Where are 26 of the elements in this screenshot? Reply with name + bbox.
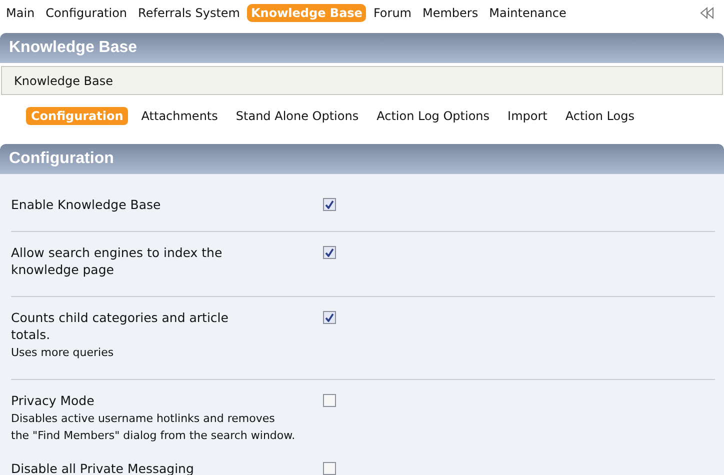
sub-tab[interactable]: Attachments <box>136 107 223 125</box>
checkbox[interactable] <box>323 462 336 475</box>
section-title: Configuration <box>9 150 114 168</box>
nav-tab[interactable]: Main <box>2 4 39 22</box>
checkbox[interactable] <box>323 311 336 324</box>
setting-label: Enable Knowledge Base <box>11 196 162 213</box>
setting-description: Disables active username hotlinks and removes the "Find Members" dialog from the search window. <box>11 411 296 444</box>
sub-tab[interactable]: Stand Alone Options <box>230 107 364 125</box>
nav-tab[interactable]: Configuration <box>42 4 132 22</box>
setting-label: Allow search engines to index the knowledge page <box>11 244 224 278</box>
checkbox[interactable] <box>323 198 336 211</box>
collapse-icon[interactable] <box>700 7 714 19</box>
checkbox[interactable] <box>323 246 336 259</box>
breadcrumb-text: Knowledge Base <box>14 74 113 88</box>
sub-tab[interactable]: Import <box>502 107 552 125</box>
setting-description: Uses more queries <box>11 345 115 361</box>
sub-tab[interactable]: Action Log Options <box>372 107 495 125</box>
nav-tab[interactable]: Referrals System <box>134 4 244 22</box>
checkbox[interactable] <box>323 394 336 407</box>
page-title: Knowledge Base <box>9 39 138 57</box>
nav-tab[interactable]: Members <box>418 4 482 22</box>
setting-label: Privacy Mode <box>11 392 96 409</box>
sub-tab[interactable]: Action Logs <box>560 107 640 125</box>
setting-label: Counts child categories and article totals. <box>11 309 230 343</box>
nav-tab[interactable]: Maintenance <box>485 4 570 22</box>
nav-tab[interactable]: Forum <box>369 4 416 22</box>
